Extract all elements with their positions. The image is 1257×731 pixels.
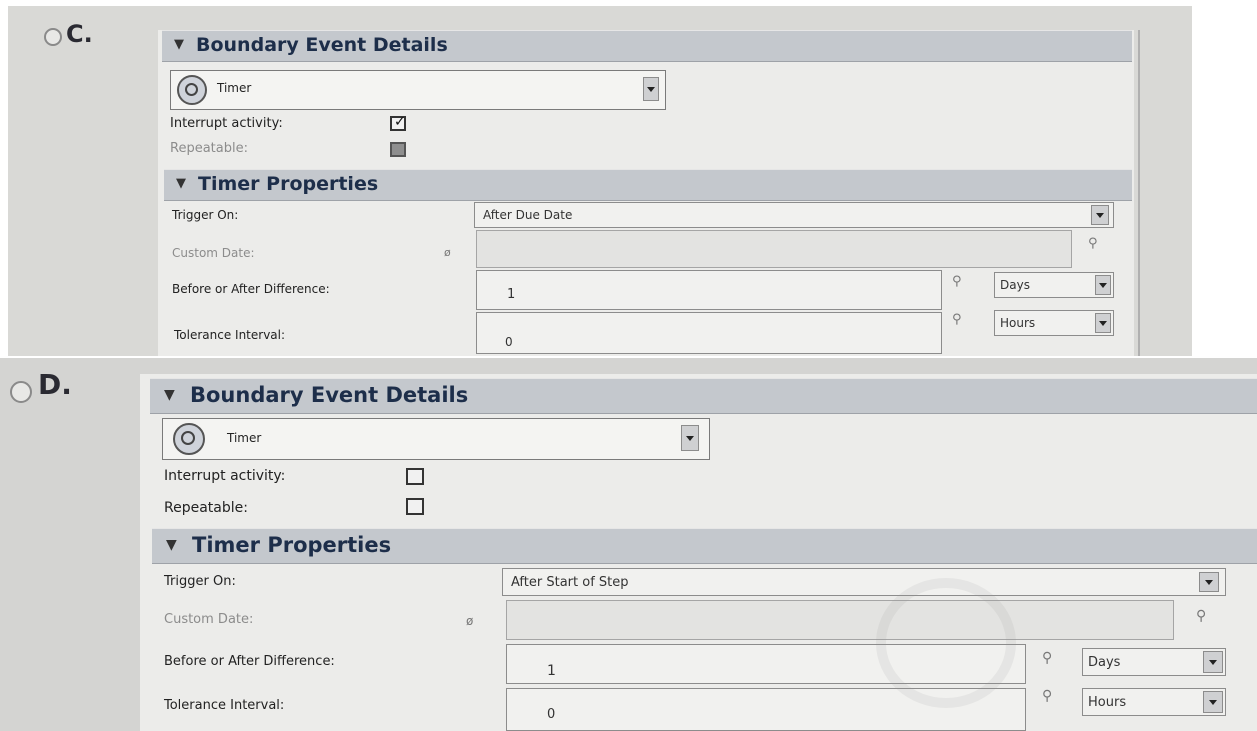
collapse-icon: ▼	[176, 176, 186, 191]
chevron-down-icon[interactable]	[1095, 313, 1111, 333]
tolerance-value: 0	[547, 707, 556, 722]
option-c-trigger-label: Trigger On:	[172, 208, 239, 222]
option-c-panel-right-edge	[1138, 30, 1140, 356]
diff-value: 1	[547, 663, 556, 679]
variable-picker-icon[interactable]: ⚲	[1196, 608, 1206, 624]
unit-value: Days	[1000, 278, 1030, 292]
variable-picker-icon[interactable]: ⚲	[1042, 688, 1052, 704]
timer-icon	[173, 423, 205, 455]
section-title: Timer Properties	[198, 173, 379, 195]
chevron-down-icon[interactable]	[643, 77, 659, 101]
option-c-diff-label: Before or After Difference:	[172, 282, 330, 296]
event-type-label: Timer	[217, 81, 252, 95]
script-icon: ø	[466, 614, 474, 628]
unit-value: Hours	[1000, 316, 1036, 330]
section-title: Boundary Event Details	[190, 383, 469, 407]
tolerance-value: 0	[505, 335, 513, 349]
chevron-down-icon[interactable]	[1095, 275, 1111, 295]
option-d-letter: D.	[38, 368, 72, 401]
option-d-boundary-header[interactable]: ▼ Boundary Event Details	[150, 378, 1257, 414]
option-d-custom-date-input[interactable]	[506, 600, 1174, 640]
option-c-tolerance-input[interactable]: 0	[476, 312, 942, 354]
option-d-diff-unit-select[interactable]: Days	[1082, 648, 1226, 676]
variable-picker-icon[interactable]: ⚲	[1088, 236, 1098, 251]
option-d-trigger-select[interactable]: After Start of Step	[502, 568, 1226, 596]
option-d-screenshot: D. ▼ Boundary Event Details Timer Interr…	[0, 358, 1257, 731]
script-icon: ø	[444, 246, 451, 259]
chevron-down-icon[interactable]	[1203, 651, 1223, 673]
option-c-repeatable-label: Repeatable:	[170, 141, 248, 156]
event-type-label: Timer	[227, 431, 262, 445]
checkmark-icon: ✓	[394, 114, 406, 130]
chevron-down-icon[interactable]	[1203, 691, 1223, 713]
option-d-repeatable-label: Repeatable:	[164, 500, 248, 516]
option-c-screenshot: C. ▼ Boundary Event Details Timer Interr…	[8, 6, 1192, 356]
unit-value: Hours	[1088, 695, 1127, 710]
collapse-icon: ▼	[164, 387, 175, 403]
variable-picker-icon[interactable]: ⚲	[952, 312, 962, 327]
watermark-circle	[876, 578, 1016, 708]
trigger-value: After Due Date	[483, 208, 573, 222]
option-d-tolerance-label: Tolerance Interval:	[164, 698, 285, 713]
option-d-event-type-select[interactable]: Timer	[162, 418, 710, 460]
option-c-custom-date-label: Custom Date:	[172, 246, 255, 260]
variable-picker-icon[interactable]: ⚲	[952, 274, 962, 289]
option-c-timer-header[interactable]: ▼ Timer Properties	[164, 169, 1132, 201]
option-c-letter: C.	[66, 20, 93, 48]
option-c-repeatable-checkbox[interactable]	[390, 142, 406, 157]
option-c-tolerance-unit-select[interactable]: Hours	[994, 310, 1114, 336]
collapse-icon: ▼	[166, 537, 177, 553]
option-c-interrupt-checkbox[interactable]: ✓	[390, 114, 406, 131]
option-d-trigger-label: Trigger On:	[164, 574, 236, 589]
section-title: Boundary Event Details	[196, 34, 448, 56]
chevron-down-icon[interactable]	[681, 425, 699, 451]
diff-value: 1	[507, 287, 516, 302]
option-d-tolerance-unit-select[interactable]: Hours	[1082, 688, 1226, 716]
option-c-interrupt-label: Interrupt activity:	[170, 116, 283, 131]
option-c-radio[interactable]	[44, 28, 62, 46]
collapse-icon: ▼	[174, 37, 184, 52]
option-d-custom-date-label: Custom Date:	[164, 612, 254, 627]
option-c-tolerance-label: Tolerance Interval:	[174, 328, 286, 342]
option-c-diff-input[interactable]: 1	[476, 270, 942, 310]
option-d-timer-header[interactable]: ▼ Timer Properties	[152, 528, 1257, 564]
variable-picker-icon[interactable]: ⚲	[1042, 650, 1052, 666]
option-c-trigger-select[interactable]: After Due Date	[474, 202, 1114, 228]
section-title: Timer Properties	[192, 533, 392, 557]
option-c-custom-date-input[interactable]	[476, 230, 1072, 268]
option-d-repeatable-checkbox[interactable]	[406, 498, 424, 515]
option-d-interrupt-checkbox[interactable]	[406, 468, 424, 485]
option-c-event-type-select[interactable]: Timer	[170, 70, 666, 110]
option-c-boundary-header[interactable]: ▼ Boundary Event Details	[162, 30, 1132, 62]
chevron-down-icon[interactable]	[1091, 205, 1109, 225]
option-d-diff-label: Before or After Difference:	[164, 654, 335, 669]
trigger-value: After Start of Step	[511, 575, 629, 590]
option-c-diff-unit-select[interactable]: Days	[994, 272, 1114, 298]
unit-value: Days	[1088, 655, 1121, 670]
chevron-down-icon[interactable]	[1199, 572, 1219, 592]
option-d-interrupt-label: Interrupt activity:	[164, 468, 286, 484]
timer-icon	[177, 75, 207, 105]
option-d-radio[interactable]	[10, 381, 32, 403]
